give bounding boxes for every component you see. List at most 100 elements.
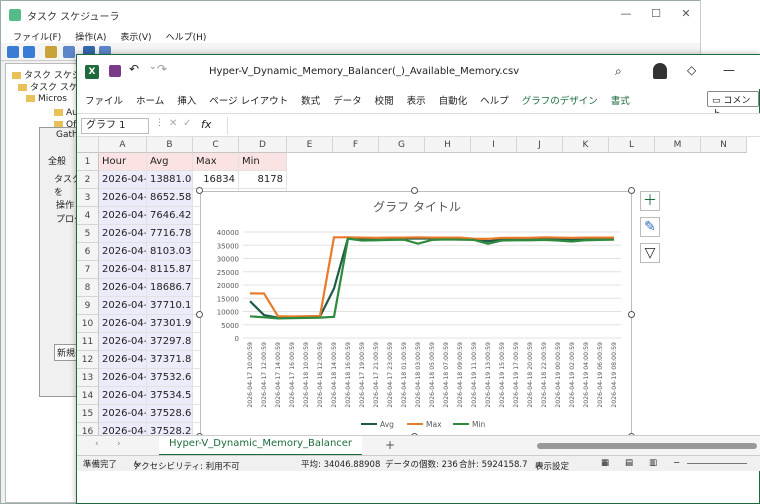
- tab-data[interactable]: データ: [333, 93, 362, 107]
- chart-styles-brush-icon[interactable]: ✎: [640, 217, 660, 237]
- row-header[interactable]: 15: [77, 405, 99, 423]
- chart-plot[interactable]: 40000 35000 30000 25000 20000 15000 10000 5000 0…: [201, 192, 633, 438]
- tab-chart-design[interactable]: グラフのデザイン: [522, 93, 598, 107]
- tab-help[interactable]: ヘルプ: [480, 93, 509, 107]
- page-break-icon[interactable]: ▥: [649, 458, 657, 468]
- chevron-down-icon[interactable]: ⌄: [149, 62, 157, 72]
- tab-home[interactable]: ホーム: [136, 93, 164, 107]
- comment-button[interactable]: ▭ コメント: [707, 91, 759, 119]
- cell[interactable]: 8178: [239, 171, 287, 189]
- cell[interactable]: 2026-04-: [99, 405, 147, 423]
- cell[interactable]: Min: [239, 153, 287, 171]
- close-icon[interactable]: ✕: [671, 7, 701, 23]
- fx-icon[interactable]: fx: [201, 118, 211, 131]
- legend-entry[interactable]: Min: [472, 420, 486, 429]
- column-header[interactable]: N: [701, 137, 747, 153]
- tab-automate[interactable]: 自動化: [439, 93, 468, 107]
- cell[interactable]: 2026-04-: [99, 369, 147, 387]
- minimize-icon[interactable]: —: [723, 63, 735, 77]
- column-header[interactable]: M: [655, 137, 701, 153]
- normal-view-icon[interactable]: ▦: [601, 458, 609, 468]
- forward-icon[interactable]: [23, 46, 35, 58]
- tree-item-au[interactable]: Au: [54, 108, 78, 118]
- cell[interactable]: 2026-04-: [99, 243, 147, 261]
- row-header[interactable]: 7: [77, 261, 99, 279]
- legend-entry[interactable]: Avg: [380, 420, 394, 429]
- row-header[interactable]: 11: [77, 333, 99, 351]
- cell[interactable]: 8103.03: [147, 243, 193, 261]
- cell[interactable]: 2026-04-: [99, 279, 147, 297]
- row-header[interactable]: 6: [77, 243, 99, 261]
- row-header[interactable]: 2: [77, 171, 99, 189]
- column-header[interactable]: G: [379, 137, 425, 153]
- column-header[interactable]: F: [333, 137, 379, 153]
- cell[interactable]: 8652.58: [147, 189, 193, 207]
- cell[interactable]: 37371.86: [147, 351, 193, 369]
- row-header[interactable]: 1: [77, 153, 99, 171]
- add-sheet-button[interactable]: +: [385, 438, 395, 452]
- scroll-left-icon[interactable]: ‹: [95, 439, 99, 449]
- cell[interactable]: 2026-04-: [99, 189, 147, 207]
- cell[interactable]: 2026-04-: [99, 315, 147, 333]
- legend-entry[interactable]: Max: [426, 420, 442, 429]
- column-header[interactable]: L: [609, 137, 655, 153]
- column-header[interactable]: A: [99, 137, 147, 153]
- row-header[interactable]: 8: [77, 279, 99, 297]
- cell[interactable]: 37301.91: [147, 315, 193, 333]
- maximize-icon[interactable]: ☐: [641, 7, 671, 23]
- cell[interactable]: 2026-04-: [99, 207, 147, 225]
- folder-icon[interactable]: [45, 46, 57, 58]
- tab-view[interactable]: 表示: [407, 93, 426, 107]
- tab-file[interactable]: ファイル: [85, 93, 123, 107]
- column-header[interactable]: H: [425, 137, 471, 153]
- row-header[interactable]: 13: [77, 369, 99, 387]
- cell[interactable]: 37297.89: [147, 333, 193, 351]
- file-name[interactable]: Hyper-V_Dynamic_Memory_Balancer(_)_Avail…: [209, 66, 519, 77]
- undo-icon[interactable]: ↶: [129, 62, 139, 76]
- resize-handle[interactable]: [628, 187, 635, 194]
- resize-handle[interactable]: [628, 311, 635, 318]
- tab-insert[interactable]: 挿入: [177, 93, 196, 107]
- select-all-corner[interactable]: [77, 137, 99, 153]
- menu-view[interactable]: 表示(V): [120, 30, 151, 43]
- cell[interactable]: 7646.42: [147, 207, 193, 225]
- chart-elements-button[interactable]: ＋: [640, 191, 660, 211]
- menu-help[interactable]: ヘルプ(H): [166, 30, 207, 43]
- row-header[interactable]: 12: [77, 351, 99, 369]
- column-header[interactable]: E: [287, 137, 333, 153]
- cell[interactable]: 2026-04-: [99, 333, 147, 351]
- zoom-slider[interactable]: [687, 463, 747, 464]
- cell[interactable]: Hour: [99, 153, 147, 171]
- row-header[interactable]: 9: [77, 297, 99, 315]
- diamond-icon[interactable]: ◇: [687, 63, 696, 77]
- back-icon[interactable]: [7, 46, 19, 58]
- chart-filter-icon[interactable]: ▽: [640, 243, 660, 263]
- series-line-avg[interactable]: [249, 236, 615, 319]
- formula-input[interactable]: [227, 117, 757, 135]
- cancel-icon[interactable]: ✕: [169, 118, 177, 129]
- column-header[interactable]: C: [193, 137, 239, 153]
- row-header[interactable]: 3: [77, 189, 99, 207]
- resize-handle[interactable]: [196, 187, 203, 194]
- row-header[interactable]: 5: [77, 225, 99, 243]
- scroll-right-icon[interactable]: ›: [117, 439, 121, 449]
- page-layout-icon[interactable]: ▤: [625, 458, 633, 468]
- menu-file[interactable]: ファイル(F): [13, 30, 61, 43]
- resize-handle[interactable]: [196, 311, 203, 318]
- cell[interactable]: 7716.78: [147, 225, 193, 243]
- zoom-out-icon[interactable]: −: [673, 458, 680, 468]
- cell[interactable]: 18686.72: [147, 279, 193, 297]
- cell[interactable]: 8115.87: [147, 261, 193, 279]
- cell[interactable]: Max: [193, 153, 239, 171]
- cell[interactable]: 37710.14: [147, 297, 193, 315]
- column-header[interactable]: I: [471, 137, 517, 153]
- tab-page-layout[interactable]: ページ レイアウト: [209, 93, 288, 107]
- horizontal-scrollbar[interactable]: [537, 443, 757, 449]
- cell[interactable]: 37532.65: [147, 369, 193, 387]
- tab-review[interactable]: 校閲: [375, 93, 394, 107]
- save-icon[interactable]: [109, 65, 121, 77]
- column-header[interactable]: B: [147, 137, 193, 153]
- minimize-icon[interactable]: —: [611, 7, 641, 23]
- tree-item-microsoft[interactable]: Micros: [26, 94, 67, 104]
- cell[interactable]: 37528.68: [147, 405, 193, 423]
